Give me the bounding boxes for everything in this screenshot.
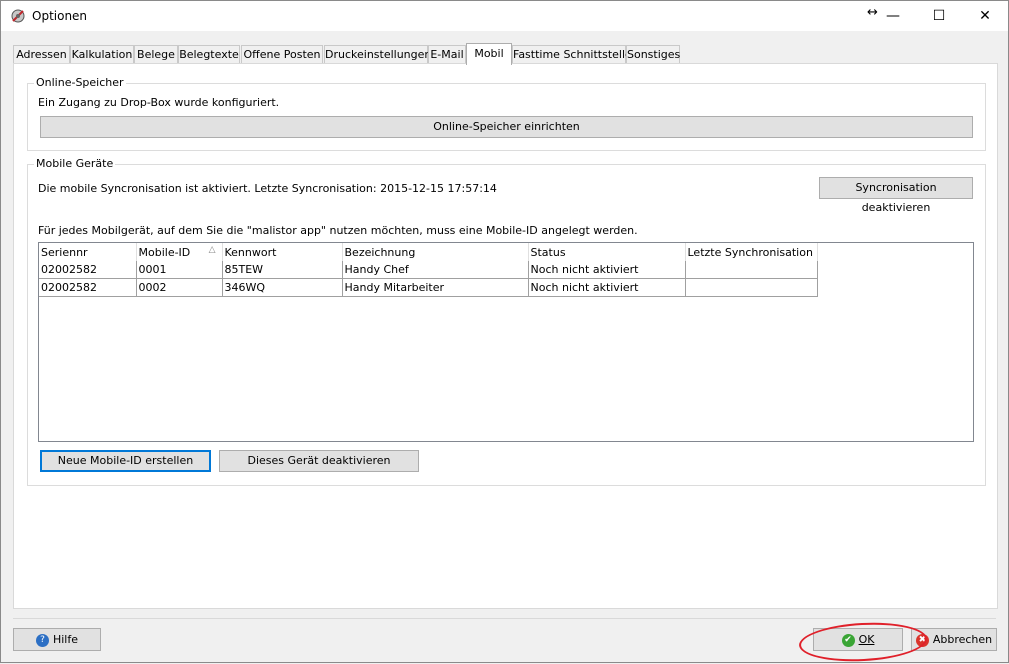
help-button-label: Hilfe xyxy=(52,633,79,646)
online-storage-status: Ein Zugang zu Drop-Box wurde konfigurier… xyxy=(38,96,280,109)
cell-seriennr: 02002582 xyxy=(39,261,137,279)
tab-mobil[interactable]: Mobil xyxy=(466,43,512,65)
help-icon: ? xyxy=(35,633,49,647)
cell-kennwort: 85TEW xyxy=(222,261,343,279)
help-button[interactable]: ? Hilfe xyxy=(13,628,101,651)
online-storage-setup-button[interactable]: Online-Speicher einrichten xyxy=(40,116,973,138)
online-storage-group: Online-Speicher Ein Zugang zu Drop-Box w… xyxy=(27,76,986,151)
cancel-button-label: Abbrechen xyxy=(932,633,993,646)
column-header-status[interactable]: Status xyxy=(528,243,686,261)
tab-e-mail[interactable]: E-Mail xyxy=(428,45,466,63)
options-window: Optionen ↔ — ☐ ✕ Adressen Kalkulation Be… xyxy=(0,0,1009,664)
deactivate-sync-button[interactable]: Syncronisation deaktivieren xyxy=(819,177,973,214)
tab-offene-posten[interactable]: Offene Posten xyxy=(241,45,323,63)
cell-seriennr: 02002582 xyxy=(39,278,137,297)
column-header-kennwort[interactable]: Kennwort xyxy=(222,243,343,261)
tab-fasttime-schnittstelle[interactable]: Fasttime Schnittstelle xyxy=(512,45,632,63)
cell-mobile-id: 0002 xyxy=(136,278,223,297)
window-title: Optionen xyxy=(32,9,88,23)
column-header-mobile-id[interactable]: Mobile-ID △ xyxy=(136,243,223,261)
sort-ascending-icon: △ xyxy=(208,245,216,255)
maximize-button[interactable]: ☐ xyxy=(916,1,962,31)
table-row[interactable]: 02002582 0002 346WQ Handy Mitarbeiter No… xyxy=(39,278,818,297)
devices-table: Seriennr Mobile-ID △ Kennwort Bezeichnung… xyxy=(39,243,818,297)
cell-mobile-id: 0001 xyxy=(136,261,223,279)
column-header-bezeichnung[interactable]: Bezeichnung xyxy=(342,243,529,261)
close-button[interactable]: ✕ xyxy=(962,1,1008,31)
highlight-circle-annotation xyxy=(798,619,928,664)
deactivate-device-button[interactable]: Dieses Gerät deaktivieren xyxy=(219,450,419,472)
tab-belege[interactable]: Belege xyxy=(134,45,178,63)
tab-kalkulation[interactable]: Kalkulation xyxy=(70,45,134,63)
cell-status: Noch nicht aktiviert xyxy=(528,261,686,279)
online-storage-title: Online-Speicher xyxy=(34,76,126,89)
mobile-id-info-text: Für jedes Mobilgerät, auf dem Sie die "m… xyxy=(38,224,638,237)
sync-status-text: Die mobile Syncronisation ist aktiviert.… xyxy=(38,182,497,195)
tab-druckeinstellungen[interactable]: Druckeinstellungen xyxy=(324,45,431,63)
column-header-seriennr[interactable]: Seriennr xyxy=(39,243,137,261)
cell-bezeichnung: Handy Chef xyxy=(342,261,529,279)
tab-belegtexte[interactable]: Belegtexte xyxy=(178,45,240,63)
title-bar: Optionen ↔ — ☐ ✕ xyxy=(1,1,1008,31)
app-icon xyxy=(11,9,25,23)
mobile-devices-table[interactable]: Seriennr Mobile-ID △ Kennwort Bezeichnung… xyxy=(38,242,974,442)
footer-divider xyxy=(13,618,996,619)
minimize-button[interactable]: — xyxy=(870,1,916,31)
new-mobile-id-button[interactable]: Neue Mobile-ID erstellen xyxy=(40,450,211,472)
table-header-row: Seriennr Mobile-ID △ Kennwort Bezeichnung… xyxy=(39,243,818,261)
cell-status: Noch nicht aktiviert xyxy=(528,278,686,297)
mobile-devices-title: Mobile Geräte xyxy=(34,157,116,170)
cell-kennwort: 346WQ xyxy=(222,278,343,297)
tab-sonstiges[interactable]: Sonstiges xyxy=(626,45,680,63)
cell-letzte-synchronisation xyxy=(685,261,818,279)
cell-letzte-synchronisation xyxy=(685,278,818,297)
cell-bezeichnung: Handy Mitarbeiter xyxy=(342,278,529,297)
column-header-letzte-synchronisation[interactable]: Letzte Synchronisation xyxy=(685,243,818,261)
table-row[interactable]: 02002582 0001 85TEW Handy Chef Noch nich… xyxy=(39,261,818,279)
tab-adressen[interactable]: Adressen xyxy=(13,45,70,63)
